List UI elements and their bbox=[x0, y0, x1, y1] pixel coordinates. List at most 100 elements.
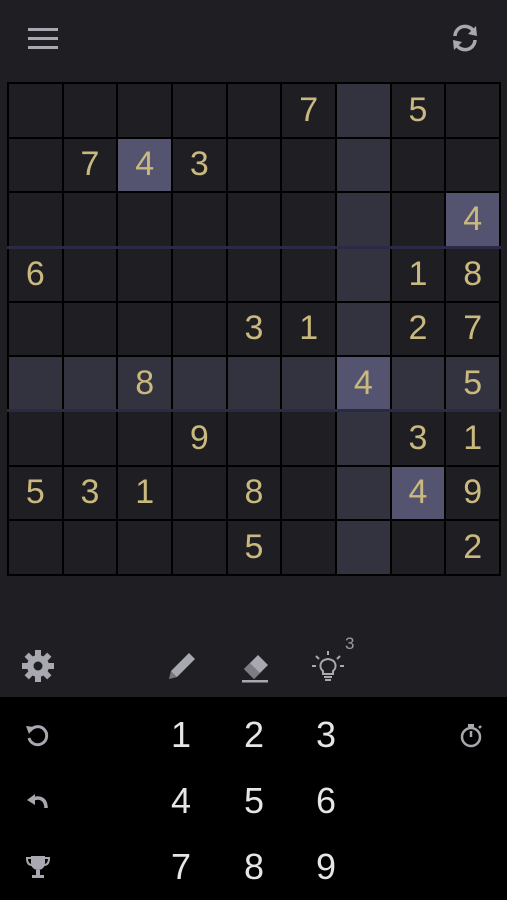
sudoku-cell[interactable] bbox=[391, 193, 445, 246]
sudoku-cell[interactable] bbox=[118, 84, 171, 137]
sudoku-cell[interactable] bbox=[63, 193, 117, 246]
number-key-2[interactable]: 2 bbox=[224, 707, 284, 763]
sudoku-cell[interactable]: 3 bbox=[227, 302, 281, 356]
sudoku-cell[interactable] bbox=[337, 84, 390, 137]
sudoku-cell[interactable] bbox=[446, 84, 499, 137]
sudoku-cell[interactable] bbox=[337, 521, 390, 574]
sudoku-cell[interactable] bbox=[118, 248, 171, 301]
number-key-8[interactable]: 8 bbox=[224, 839, 284, 895]
sudoku-cell[interactable]: 8 bbox=[446, 248, 499, 301]
sudoku-cell[interactable]: 7 bbox=[446, 302, 499, 356]
sudoku-cell[interactable] bbox=[63, 521, 117, 574]
hint-button[interactable] bbox=[308, 646, 348, 686]
sudoku-cell[interactable] bbox=[391, 357, 445, 410]
sudoku-cell[interactable] bbox=[118, 193, 171, 246]
timer-button[interactable] bbox=[453, 717, 489, 753]
sudoku-cell[interactable]: 5 bbox=[446, 357, 499, 410]
sudoku-cell[interactable]: 1 bbox=[282, 302, 335, 356]
sudoku-cell[interactable] bbox=[9, 302, 62, 356]
sudoku-cell[interactable] bbox=[282, 466, 335, 520]
number-key-7[interactable]: 7 bbox=[151, 839, 211, 895]
sudoku-cell[interactable]: 3 bbox=[63, 466, 117, 520]
undo-button[interactable] bbox=[20, 784, 56, 820]
sudoku-cell[interactable]: 4 bbox=[391, 466, 445, 520]
sudoku-cell[interactable] bbox=[63, 302, 117, 356]
sudoku-cell[interactable] bbox=[337, 193, 390, 246]
number-key-9[interactable]: 9 bbox=[296, 839, 356, 895]
sudoku-cell[interactable]: 3 bbox=[173, 138, 226, 192]
sudoku-cell[interactable]: 2 bbox=[446, 521, 499, 574]
sudoku-cell[interactable] bbox=[282, 138, 335, 192]
sudoku-cell[interactable] bbox=[337, 302, 390, 356]
sudoku-cell[interactable]: 8 bbox=[118, 357, 171, 410]
sudoku-cell[interactable] bbox=[9, 412, 62, 465]
sudoku-cell[interactable]: 7 bbox=[282, 84, 335, 137]
sudoku-cell[interactable] bbox=[282, 248, 335, 301]
number-key-1[interactable]: 1 bbox=[151, 707, 211, 763]
sudoku-cell[interactable]: 4 bbox=[337, 357, 390, 410]
restart-button[interactable] bbox=[20, 717, 56, 753]
number-key-4[interactable]: 4 bbox=[151, 773, 211, 829]
sudoku-cell[interactable] bbox=[227, 84, 281, 137]
pencil-button[interactable] bbox=[162, 646, 202, 686]
sudoku-cell[interactable] bbox=[227, 193, 281, 246]
sudoku-cell[interactable] bbox=[118, 521, 171, 574]
number-key-6[interactable]: 6 bbox=[296, 773, 356, 829]
sudoku-cell[interactable]: 1 bbox=[446, 412, 499, 465]
sudoku-cell[interactable] bbox=[118, 302, 171, 356]
sudoku-cell[interactable] bbox=[173, 84, 226, 137]
sudoku-cell[interactable] bbox=[9, 138, 62, 192]
sudoku-cell[interactable]: 8 bbox=[227, 466, 281, 520]
sudoku-cell[interactable]: 4 bbox=[446, 193, 499, 246]
sudoku-cell[interactable] bbox=[173, 357, 226, 410]
sudoku-cell[interactable]: 1 bbox=[118, 466, 171, 520]
sudoku-cell[interactable]: 9 bbox=[173, 412, 226, 465]
sudoku-cell[interactable]: 2 bbox=[391, 302, 445, 356]
sudoku-cell[interactable] bbox=[9, 521, 62, 574]
sudoku-cell[interactable] bbox=[63, 84, 117, 137]
sudoku-cell[interactable] bbox=[118, 412, 171, 465]
sudoku-cell[interactable]: 1 bbox=[391, 248, 445, 301]
sudoku-cell[interactable] bbox=[337, 138, 390, 192]
refresh-button[interactable] bbox=[444, 18, 486, 58]
sudoku-cell[interactable] bbox=[391, 521, 445, 574]
sudoku-cell[interactable] bbox=[227, 248, 281, 301]
sudoku-cell[interactable]: 5 bbox=[391, 84, 445, 137]
sudoku-cell[interactable] bbox=[63, 412, 117, 465]
sudoku-cell[interactable]: 6 bbox=[9, 248, 62, 301]
sudoku-cell[interactable] bbox=[63, 357, 117, 410]
sudoku-cell[interactable]: 5 bbox=[227, 521, 281, 574]
sudoku-cell[interactable] bbox=[173, 466, 226, 520]
menu-button[interactable] bbox=[22, 18, 64, 58]
number-key-5[interactable]: 5 bbox=[224, 773, 284, 829]
sudoku-cell[interactable] bbox=[173, 248, 226, 301]
settings-button[interactable] bbox=[18, 646, 58, 686]
sudoku-cell[interactable] bbox=[227, 138, 281, 192]
sudoku-cell[interactable] bbox=[337, 412, 390, 465]
number-key-3[interactable]: 3 bbox=[296, 707, 356, 763]
sudoku-cell[interactable] bbox=[391, 138, 445, 192]
sudoku-cell[interactable] bbox=[227, 412, 281, 465]
sudoku-cell[interactable] bbox=[173, 521, 226, 574]
sudoku-cell[interactable] bbox=[337, 248, 390, 301]
sudoku-cell[interactable]: 3 bbox=[391, 412, 445, 465]
eraser-button[interactable] bbox=[235, 646, 275, 686]
sudoku-cell[interactable] bbox=[282, 357, 335, 410]
leaderboard-button[interactable] bbox=[20, 849, 56, 885]
sudoku-cell[interactable] bbox=[282, 193, 335, 246]
sudoku-cell[interactable] bbox=[63, 248, 117, 301]
sudoku-cell[interactable] bbox=[446, 138, 499, 192]
sudoku-cell[interactable]: 5 bbox=[9, 466, 62, 520]
sudoku-cell[interactable] bbox=[9, 357, 62, 410]
sudoku-cell[interactable] bbox=[282, 412, 335, 465]
sudoku-cell[interactable] bbox=[282, 521, 335, 574]
sudoku-cell[interactable]: 9 bbox=[446, 466, 499, 520]
sudoku-cell[interactable]: 4 bbox=[118, 138, 171, 192]
sudoku-cell[interactable] bbox=[9, 84, 62, 137]
sudoku-cell[interactable] bbox=[227, 357, 281, 410]
sudoku-cell[interactable]: 7 bbox=[63, 138, 117, 192]
sudoku-cell[interactable] bbox=[173, 193, 226, 246]
sudoku-cell[interactable] bbox=[337, 466, 390, 520]
sudoku-cell[interactable] bbox=[173, 302, 226, 356]
sudoku-cell[interactable] bbox=[9, 193, 62, 246]
